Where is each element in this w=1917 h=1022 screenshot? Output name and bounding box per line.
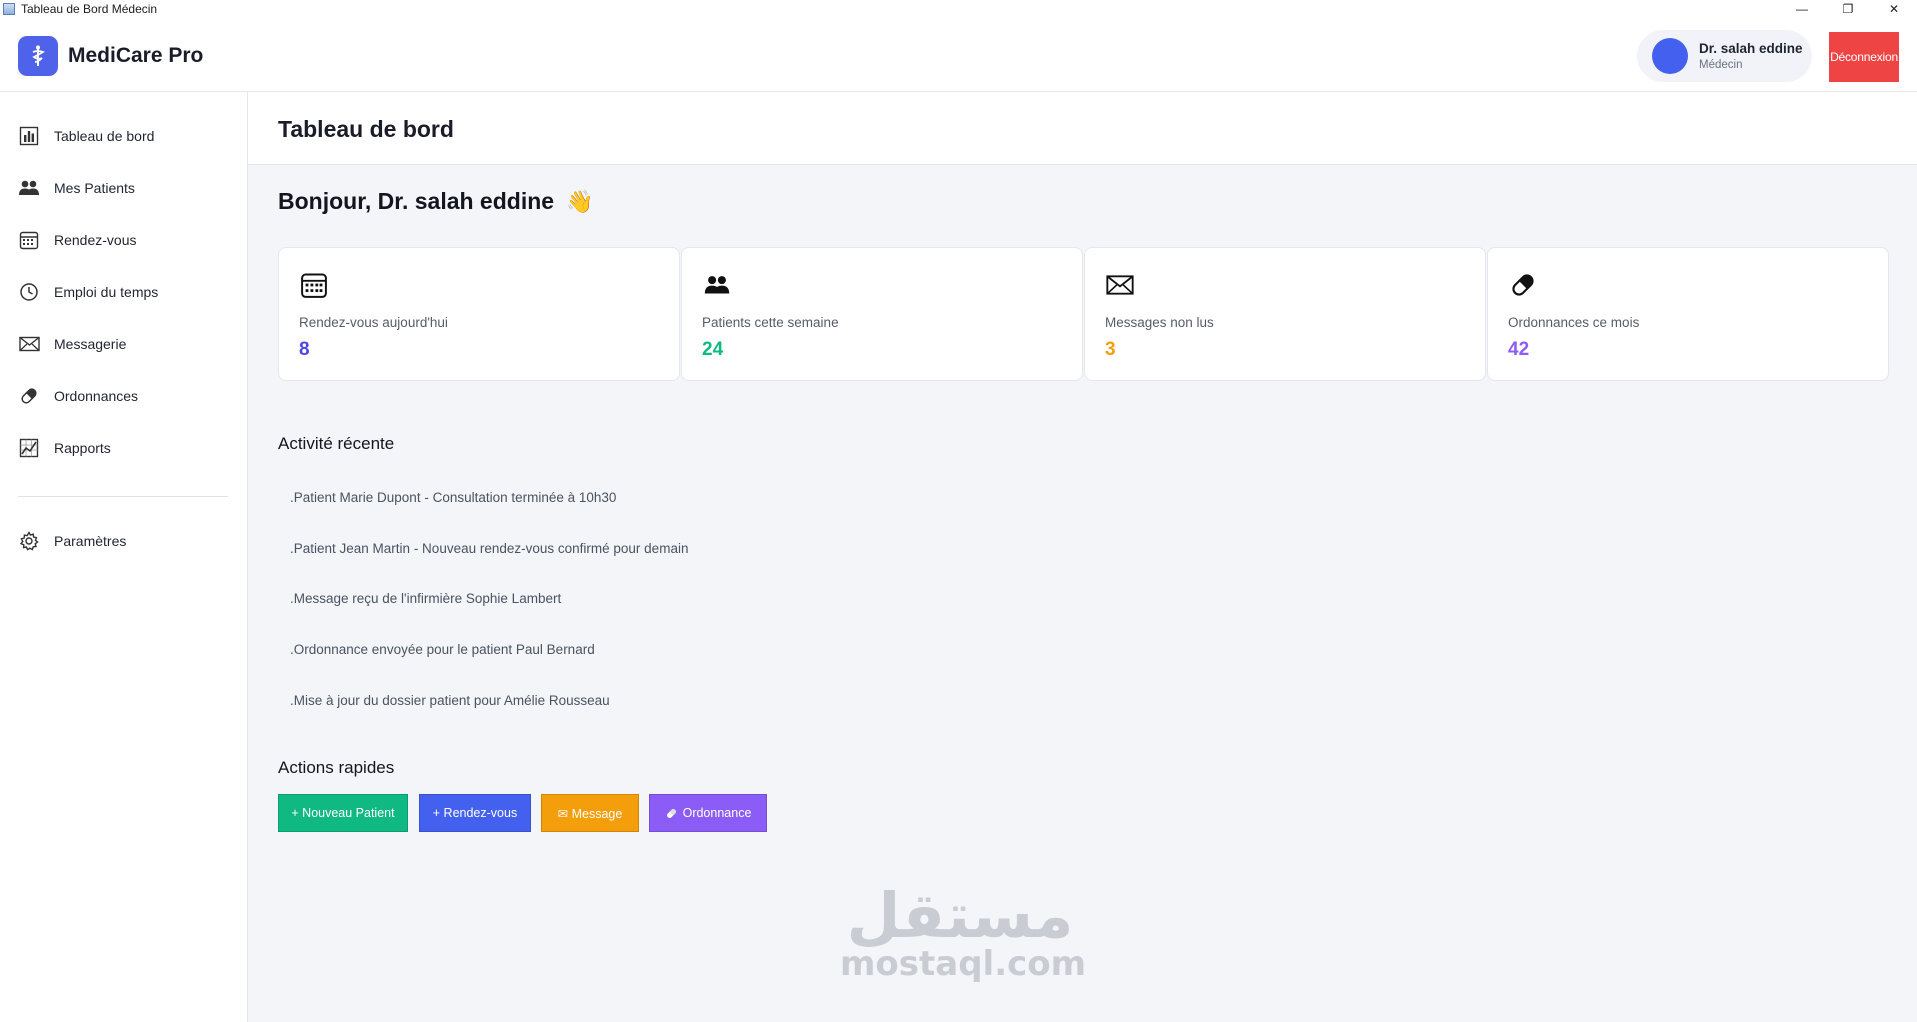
sidebar-item-prescriptions[interactable]: Ordonnances bbox=[18, 381, 230, 411]
line-chart-icon bbox=[18, 437, 40, 459]
sidebar-item-patients[interactable]: Mes Patients bbox=[18, 173, 230, 203]
sidebar-item-label: Messagerie bbox=[54, 336, 127, 352]
sidebar-item-label: Rapports bbox=[54, 440, 111, 456]
message-button[interactable]: ✉ Message bbox=[541, 794, 639, 832]
avatar bbox=[1652, 38, 1688, 74]
sidebar-divider bbox=[18, 496, 228, 497]
stat-card-patients: Patients cette semaine 24 bbox=[681, 247, 1083, 381]
sidebar-item-label: Paramètres bbox=[54, 533, 127, 549]
prescription-button[interactable]: Ordonnance bbox=[649, 794, 767, 832]
list-item: .Mise à jour du dossier patient pour Amé… bbox=[290, 693, 610, 708]
sidebar-item-dashboard[interactable]: Tableau de bord bbox=[18, 121, 230, 151]
stat-value: 3 bbox=[1105, 339, 1116, 360]
stat-value: 24 bbox=[702, 339, 724, 360]
user-info: Dr. salah eddine Médecin bbox=[1699, 41, 1803, 71]
restore-button[interactable]: ❐ bbox=[1825, 0, 1871, 18]
button-label: + Rendez-vous bbox=[432, 806, 518, 820]
button-label: Ordonnance bbox=[682, 806, 752, 820]
clock-icon bbox=[18, 281, 40, 303]
gear-icon bbox=[18, 530, 40, 552]
greeting-text: Bonjour, Dr. salah eddine bbox=[278, 188, 555, 214]
watermark-arabic: مستقل bbox=[846, 879, 1074, 952]
sidebar-item-label: Mes Patients bbox=[54, 180, 135, 196]
window-titlebar: Tableau de Bord Médecin — ❐ ✕ bbox=[0, 0, 1917, 18]
waving-hand-icon: 👋 bbox=[566, 188, 594, 214]
pill-icon bbox=[666, 808, 676, 818]
stat-value: 8 bbox=[299, 339, 310, 360]
logo bbox=[18, 36, 58, 76]
watermark: مستقل mostaql.com bbox=[840, 879, 1087, 984]
new-appointment-button[interactable]: + Rendez-vous bbox=[419, 794, 531, 832]
button-label: + Nouveau Patient bbox=[291, 806, 395, 820]
close-button[interactable]: ✕ bbox=[1871, 0, 1917, 18]
stat-label: Ordonnances ce mois bbox=[1508, 315, 1640, 330]
stat-card-prescriptions: Ordonnances ce mois 42 bbox=[1487, 247, 1889, 381]
stat-card-messages: Messages non lus 3 bbox=[1084, 247, 1486, 381]
logout-button[interactable]: Déconnexion bbox=[1829, 32, 1899, 82]
user-name: Dr. salah eddine bbox=[1699, 41, 1803, 56]
calendar-icon bbox=[18, 229, 40, 251]
stat-label: Patients cette semaine bbox=[702, 315, 839, 330]
calendar-icon bbox=[299, 270, 329, 300]
sidebar-item-schedule[interactable]: Emploi du temps bbox=[18, 277, 230, 307]
sidebar-item-messages[interactable]: Messagerie bbox=[18, 329, 230, 359]
sidebar: Tableau de bord Mes Patients Rendez-vous… bbox=[0, 92, 248, 1022]
sidebar-item-reports[interactable]: Rapports bbox=[18, 433, 230, 463]
main-content: Tableau de bord Bonjour, Dr. salah eddin… bbox=[248, 92, 1917, 1022]
stat-label: Rendez-vous aujourd'hui bbox=[299, 315, 448, 330]
app-window-icon bbox=[3, 3, 15, 15]
window-controls: — ❐ ✕ bbox=[1779, 0, 1917, 18]
quick-actions-title: Actions rapides bbox=[278, 758, 395, 777]
activity-section-title: Activité récente bbox=[278, 434, 395, 453]
page-header: Tableau de bord bbox=[248, 92, 1917, 165]
sidebar-item-appointments[interactable]: Rendez-vous bbox=[18, 225, 230, 255]
sidebar-item-label: Emploi du temps bbox=[54, 284, 159, 300]
user-profile-chip[interactable]: Dr. salah eddine Médecin bbox=[1637, 30, 1812, 82]
sidebar-item-settings[interactable]: Paramètres bbox=[18, 526, 230, 556]
minimize-button[interactable]: — bbox=[1779, 0, 1825, 18]
caduceus-icon bbox=[32, 45, 46, 66]
brand-name: MediCare Pro bbox=[68, 44, 204, 67]
watermark-latin: mostaql.com bbox=[840, 944, 1087, 984]
users-icon bbox=[702, 270, 732, 300]
sidebar-item-label: Ordonnances bbox=[54, 388, 139, 404]
list-item: .Patient Marie Dupont - Consultation ter… bbox=[290, 490, 617, 505]
envelope-icon bbox=[1105, 270, 1135, 300]
app-header: MediCare Pro Dr. salah eddine Médecin Dé… bbox=[0, 18, 1917, 92]
pill-icon bbox=[18, 385, 40, 407]
list-item: .Message reçu de l'infirmière Sophie Lam… bbox=[290, 591, 562, 606]
stat-value: 42 bbox=[1508, 339, 1530, 360]
stat-label: Messages non lus bbox=[1105, 315, 1214, 330]
sidebar-item-label: Rendez-vous bbox=[54, 232, 137, 248]
greeting: Bonjour, Dr. salah eddine 👋 bbox=[278, 188, 593, 215]
list-item: .Ordonnance envoyée pour le patient Paul… bbox=[290, 642, 595, 657]
envelope-icon bbox=[18, 333, 40, 355]
users-icon bbox=[18, 177, 40, 199]
pill-icon bbox=[1508, 270, 1538, 300]
page-title: Tableau de bord bbox=[278, 116, 454, 142]
button-label: ✉ Message bbox=[557, 806, 623, 821]
bar-chart-icon bbox=[18, 125, 40, 147]
sidebar-item-label: Tableau de bord bbox=[54, 128, 155, 144]
window-title: Tableau de Bord Médecin bbox=[21, 2, 158, 16]
user-role: Médecin bbox=[1699, 59, 1743, 71]
stat-card-appointments: Rendez-vous aujourd'hui 8 bbox=[278, 247, 680, 381]
new-patient-button[interactable]: + Nouveau Patient bbox=[278, 794, 408, 832]
list-item: .Patient Jean Martin - Nouveau rendez-vo… bbox=[290, 541, 689, 556]
